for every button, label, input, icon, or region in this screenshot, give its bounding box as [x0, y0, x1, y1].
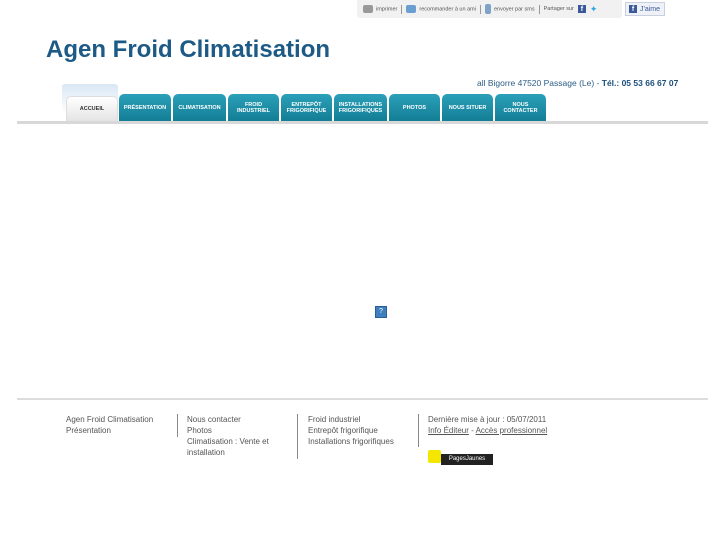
smiley-icon [428, 450, 441, 463]
facebook-icon: f [629, 5, 637, 13]
footer-col-1: Agen Froid Climatisation Présentation [66, 414, 153, 436]
divider [401, 4, 403, 14]
nav-tab[interactable]: NOUS SITUER [442, 94, 493, 121]
footer-link[interactable]: Nous contacter [187, 414, 277, 425]
pagesjaunes-label: PagesJaunes [441, 454, 493, 465]
nav-tab[interactable]: INSTALLATIONS FRIGORIFIQUES [334, 94, 387, 121]
share-label: Partager sur [543, 6, 574, 12]
footer-link[interactable]: Présentation [66, 425, 153, 436]
nav-tab-label: NOUS CONTACTER [503, 101, 538, 114]
nav-tab-label: ACCUEIL [79, 106, 105, 112]
missing-plugin-icon: ? [375, 306, 387, 318]
divider [479, 4, 481, 14]
facebook-icon[interactable]: f [577, 5, 586, 13]
nav-tab-label: PRÉSENTATION [123, 104, 167, 111]
divider [538, 4, 540, 14]
last-update: Dernière mise à jour : 05/07/2011 [428, 415, 547, 424]
nav-tab[interactable]: NOUS CONTACTER [495, 94, 546, 121]
twitter-icon[interactable]: ✦ [590, 4, 598, 15]
nav-tab[interactable]: CLIMATISATION [173, 94, 226, 121]
divider [177, 414, 178, 437]
printer-icon [363, 5, 373, 13]
nav-tab-label: ENTREPÔT FRIGORIFIQUE [286, 101, 327, 114]
print-button[interactable]: imprimer [363, 5, 397, 13]
separator: - [468, 426, 476, 435]
nav-tab-label: FROID INDUSTRIEL [237, 101, 270, 114]
nav-tab[interactable]: ENTREPÔT FRIGORIFIQUE [281, 94, 332, 121]
divider [297, 414, 298, 459]
share-toolbar: imprimer recommander à un ami envoyer pa… [357, 0, 622, 18]
nav-tab-label: NOUS SITUER [448, 104, 487, 111]
nav-tab[interactable]: PRÉSENTATION [119, 94, 171, 121]
recommend-button[interactable]: recommander à un ami [406, 5, 476, 13]
footer-link[interactable]: Entrepôt frigorifique [308, 425, 394, 436]
footer-link[interactable]: Agen Froid Climatisation [66, 414, 153, 425]
footer-link[interactable]: Climatisation : Vente et installation [187, 436, 277, 458]
info-editeur-link[interactable]: Info Éditeur [428, 426, 469, 435]
footer-link[interactable]: Photos [187, 425, 277, 436]
nav-tab-label: CLIMATISATION [178, 104, 221, 111]
footer-link[interactable]: Froid industriel [308, 414, 394, 425]
nav-tab[interactable]: ACCUEIL [66, 96, 118, 121]
people-icon [406, 5, 417, 13]
contact-info: all Bigorre 47520 Passage (Le) - Tél.: 0… [477, 78, 679, 88]
phone-icon [484, 4, 491, 14]
footer-col-4: Dernière mise à jour : 05/07/2011 Info É… [428, 414, 547, 436]
divider [17, 121, 708, 124]
acces-pro-link[interactable]: Accès professionnel [476, 426, 548, 435]
footer-col-2: Nous contacter Photos Climatisation : Ve… [187, 414, 277, 458]
site-title: Agen Froid Climatisation [46, 36, 331, 63]
nav-tab[interactable]: PHOTOS [389, 94, 440, 121]
like-button[interactable]: f J'aime [625, 2, 665, 16]
pagesjaunes-badge[interactable]: PagesJaunes [428, 450, 493, 465]
footer-col-3: Froid industriel Entrepôt frigorifique I… [308, 414, 394, 447]
nav-tab-label: INSTALLATIONS FRIGORIFIQUES [338, 101, 383, 114]
nav-tab-label: PHOTOS [402, 104, 427, 111]
footer-link[interactable]: Installations frigorifiques [308, 436, 394, 447]
sms-button[interactable]: envoyer par sms [484, 4, 535, 14]
divider [418, 414, 419, 447]
phone: Tél.: 05 53 66 67 07 [601, 78, 679, 88]
nav-tab[interactable]: FROID INDUSTRIEL [228, 94, 279, 121]
divider [17, 398, 708, 400]
